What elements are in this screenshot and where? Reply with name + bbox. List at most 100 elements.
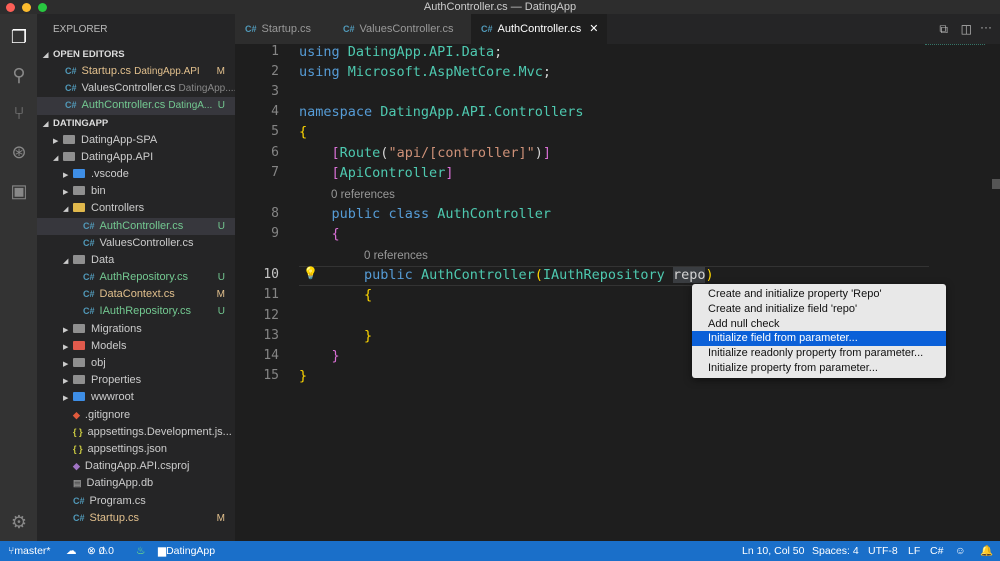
explorer-icon[interactable]: ❐ [8, 26, 30, 48]
quick-fix-menu: Create and initialize property 'Repo' Cre… [692, 284, 946, 378]
source-control-icon[interactable]: ⑂ [8, 102, 30, 124]
tree-folder[interactable]: ▶ DatingApp-SPA [37, 132, 235, 149]
tree-file[interactable]: ◆ DatingApp.API.csproj [37, 458, 235, 475]
chevron-right-icon: ▶ [63, 395, 69, 403]
sync-icon[interactable]: ☁ [66, 541, 77, 561]
problems-indicator[interactable]: ⊗ 0 ⚠ 0 [87, 541, 114, 561]
csharp-file-icon: C# [83, 237, 95, 248]
line-number: 1 [271, 44, 279, 59]
tree-file[interactable]: ◆ .gitignore [37, 407, 235, 424]
tree-folder[interactable]: ◢ Controllers [37, 200, 235, 217]
notifications-bell-icon[interactable]: 🔔 [980, 541, 993, 561]
tree-file[interactable]: C# Startup.cs M [37, 510, 235, 527]
editor-tabs: C# Startup.cs C# ValuesController.cs C# Aut… [235, 14, 1000, 44]
tab-auth-controller[interactable]: C# AuthController.cs ✕ [471, 14, 607, 44]
line-number: 3 [271, 84, 279, 99]
file-icon: ▤ [73, 478, 82, 489]
split-editor-icon[interactable]: ◫ [961, 22, 972, 36]
tree-file[interactable]: C# IAuthRepository.cs U [37, 303, 235, 320]
line-number: 2 [271, 64, 279, 79]
open-editor-item[interactable]: C# Startup.cs DatingApp.API M [37, 63, 235, 80]
code-line-10: public AuthController(IAuthRepository re… [364, 267, 714, 283]
folder-icon [73, 392, 85, 402]
branch-indicator[interactable]: ⑂ master* [8, 541, 51, 561]
maximize-window-button[interactable] [38, 3, 47, 12]
tab-values-controller[interactable]: C# ValuesController.cs [333, 14, 471, 44]
search-icon[interactable]: ⚲ [8, 64, 30, 86]
code-line-1: using DatingApp.API.Data; [299, 44, 503, 60]
folder-icon [73, 375, 85, 385]
scrollbar-thumb[interactable] [992, 179, 1000, 189]
line-number: 15 [263, 368, 279, 383]
code-line-15: } [299, 368, 308, 384]
minimize-window-button[interactable] [22, 3, 31, 12]
codelens-references[interactable]: 0 references [331, 189, 395, 201]
folder-icon [63, 151, 75, 161]
more-actions-icon[interactable]: ··· [980, 20, 992, 34]
tree-file[interactable]: C# AuthRepository.cs U [37, 269, 235, 286]
chevron-right-icon: ▶ [63, 189, 69, 197]
minimap[interactable] [925, 44, 985, 64]
tree-folder[interactable]: ▶ Properties [37, 372, 235, 389]
feedback-icon[interactable]: ☺ [955, 541, 966, 561]
quick-fix-item[interactable]: Initialize property from parameter... [692, 361, 946, 376]
quick-fix-item[interactable]: Create and initialize field 'repo' [692, 302, 946, 317]
chevron-right-icon: ▶ [63, 326, 69, 334]
tree-file[interactable]: C# DataContext.cs M [37, 286, 235, 303]
tree-folder[interactable]: ▶ bin [37, 183, 235, 200]
open-changes-icon[interactable]: ⧉ [939, 22, 948, 37]
open-editors-section[interactable]: ◢ OPEN EDITORS [37, 46, 235, 63]
line-number: 13 [263, 328, 279, 343]
tree-folder[interactable]: ◢ Data [37, 252, 235, 269]
debug-icon[interactable]: ⊛ [8, 141, 30, 163]
line-ending[interactable]: LF [908, 541, 920, 561]
tree-folder[interactable]: ◢ DatingApp.API [37, 149, 235, 166]
encoding[interactable]: UTF-8 [868, 541, 898, 561]
indentation[interactable]: Spaces: 4 [812, 541, 859, 561]
close-window-button[interactable] [6, 3, 15, 12]
open-editor-item[interactable]: C# AuthController.cs DatingA... U [37, 97, 235, 115]
tree-file[interactable]: ▤ DatingApp.db [37, 475, 235, 492]
open-editor-item[interactable]: C# ValuesController.cs DatingApp.... [37, 80, 235, 97]
line-number: 9 [271, 226, 279, 241]
close-tab-icon[interactable]: ✕ [589, 23, 598, 35]
cursor-position[interactable]: Ln 10, Col 50 [742, 541, 804, 561]
settings-gear-icon[interactable]: ⚙ [8, 511, 30, 533]
line-number: 7 [271, 165, 279, 180]
csharp-file-icon: C# [65, 100, 77, 111]
csharp-file-icon: C# [83, 306, 95, 317]
tree-file[interactable]: C# AuthController.cs U [37, 217, 235, 235]
tree-folder[interactable]: ▶ .vscode [37, 166, 235, 183]
project-section[interactable]: ◢ DATINGAPP [37, 115, 235, 132]
line-number: 4 [271, 104, 279, 119]
tree-folder[interactable]: ▶ wwwroot [37, 389, 235, 406]
codelens-references[interactable]: 0 references [364, 250, 428, 262]
csharp-file-icon: C# [83, 289, 95, 300]
quick-fix-item[interactable]: Initialize readonly property from parame… [692, 346, 946, 361]
folder-icon [73, 168, 85, 178]
csharp-file-icon: C# [83, 220, 95, 231]
tree-folder[interactable]: ▶ obj [37, 355, 235, 372]
code-line-13: } [364, 328, 373, 344]
folder-icon [73, 254, 85, 264]
tree-folder[interactable]: ▶ Migrations [37, 321, 235, 338]
chevron-right-icon: ▶ [63, 171, 69, 179]
line-number: 6 [271, 145, 279, 160]
code-line-9: { [331, 226, 340, 242]
folder-icon [73, 203, 85, 213]
quick-fix-item[interactable]: Initialize field from parameter... [692, 331, 946, 347]
tree-file[interactable]: { } appsettings.json [37, 441, 235, 458]
tree-file[interactable]: { } appsettings.Development.js... [37, 424, 235, 441]
extensions-icon[interactable]: ▣ [8, 180, 30, 202]
quick-fix-item[interactable]: Add null check [692, 317, 946, 332]
tree-file[interactable]: C# ValuesController.cs [37, 235, 235, 252]
folder-indicator[interactable]: ▆ DatingApp [158, 541, 215, 561]
json-file-icon: { } [73, 443, 83, 454]
language-mode[interactable]: C# [930, 541, 943, 561]
tab-startup[interactable]: C# Startup.cs [235, 14, 333, 44]
tree-file[interactable]: C# Program.cs [37, 493, 235, 510]
csharp-file-icon: C# [73, 512, 85, 523]
tree-folder[interactable]: ▶ Models [37, 338, 235, 355]
csharp-file-icon: C# [65, 66, 77, 76]
quick-fix-item[interactable]: Create and initialize property 'Repo' [692, 287, 946, 302]
